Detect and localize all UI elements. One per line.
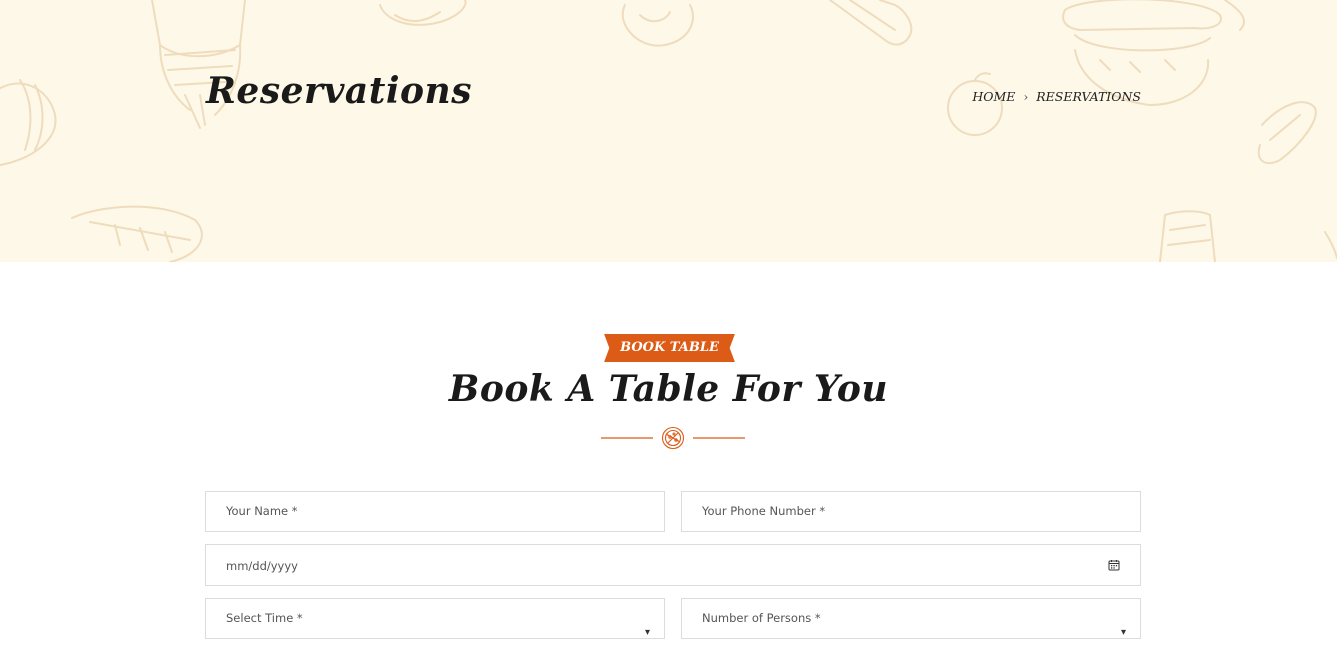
section-title: Book A Table For You <box>448 368 889 410</box>
breadcrumb-home-link[interactable]: HOME <box>972 89 1015 104</box>
time-select-placeholder: Select Time * <box>226 611 303 625</box>
date-input[interactable]: mm/dd/yyyy <box>205 544 1141 586</box>
pizza-icon <box>661 426 685 450</box>
breadcrumb-separator-icon: › <box>1023 89 1029 104</box>
breadcrumb-current: RESERVATIONS <box>1036 89 1141 104</box>
chevron-down-icon: ▾ <box>644 627 650 638</box>
name-input-placeholder: Your Name * <box>226 504 298 518</box>
food-doodle-background <box>0 0 1337 262</box>
chevron-down-icon: ▾ <box>1120 627 1126 638</box>
calendar-icon[interactable] <box>1108 559 1120 571</box>
page-header-banner: Reservations HOME › RESERVATIONS <box>0 0 1337 262</box>
phone-input[interactable]: Your Phone Number * <box>681 491 1141 532</box>
reservation-section-header: BOOK TABLE Book A Table For You <box>0 334 1337 410</box>
phone-input-placeholder: Your Phone Number * <box>702 504 826 518</box>
title-divider <box>601 426 745 450</box>
breadcrumb: HOME › RESERVATIONS <box>972 89 1141 104</box>
name-input[interactable]: Your Name * <box>205 491 665 532</box>
persons-select-placeholder: Number of Persons * <box>702 611 821 625</box>
persons-select[interactable]: Number of Persons * ▾ <box>681 598 1141 639</box>
time-select[interactable]: Select Time * ▾ <box>205 598 665 639</box>
section-tag-ribbon: BOOK TABLE <box>604 334 735 362</box>
date-input-placeholder: mm/dd/yyyy <box>226 559 298 573</box>
page-title: Reservations <box>206 70 472 112</box>
